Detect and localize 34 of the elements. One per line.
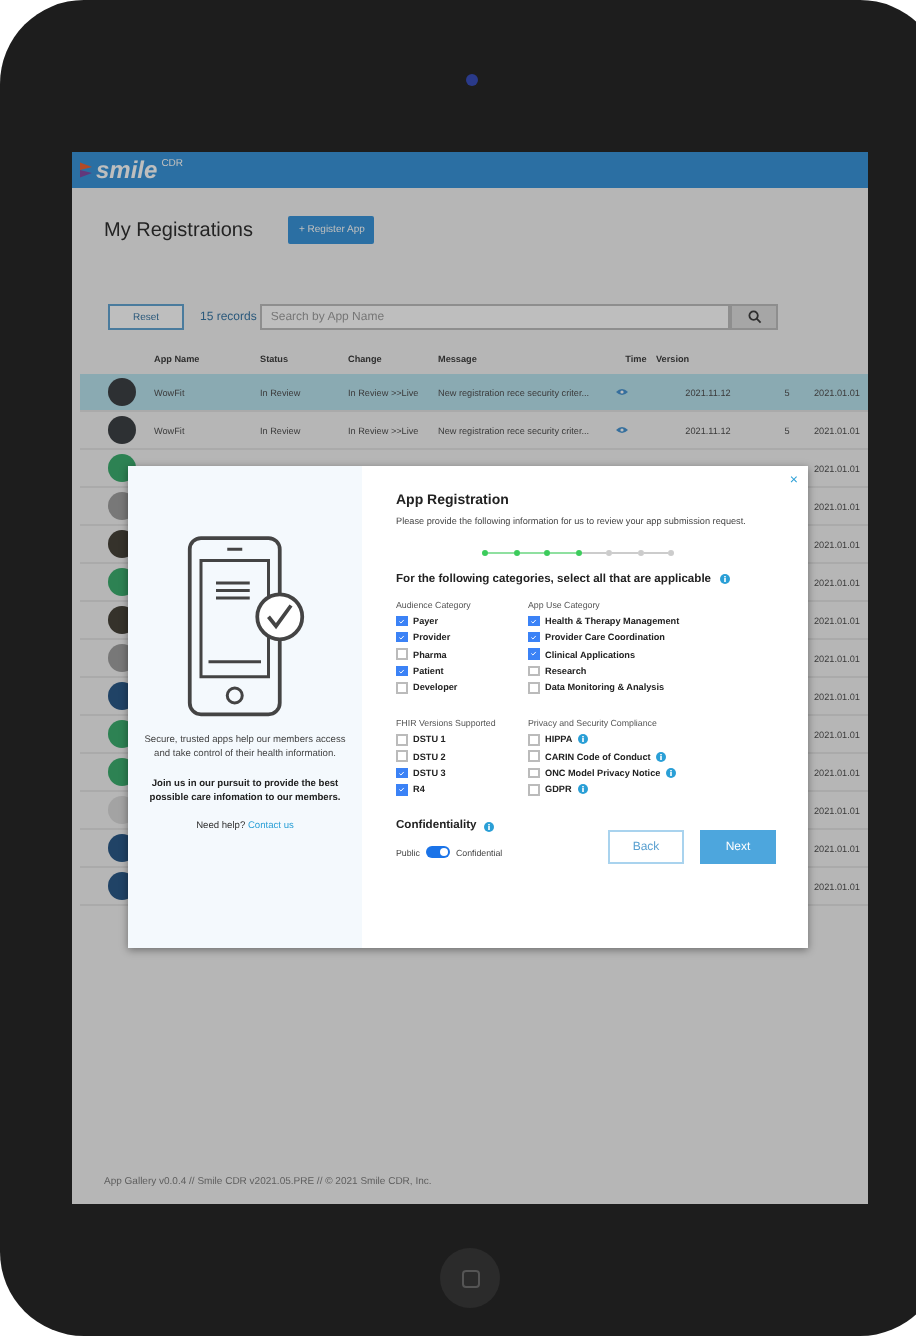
info-icon[interactable] (719, 574, 730, 585)
checkbox[interactable] (528, 665, 539, 677)
checkbox[interactable] (528, 784, 539, 796)
checkbox[interactable] (528, 648, 539, 660)
checkbox[interactable] (396, 665, 407, 677)
checkbox[interactable] (528, 682, 539, 694)
search-button[interactable] (730, 304, 779, 330)
checkbox[interactable] (528, 750, 539, 762)
logo-icon (80, 162, 92, 178)
info-icon[interactable] (484, 821, 495, 832)
page-title: My Registrations (104, 219, 253, 241)
checkbox[interactable] (528, 734, 539, 746)
checkbox[interactable] (396, 615, 407, 627)
info-icon[interactable] (656, 751, 667, 762)
info-icon[interactable] (577, 784, 588, 795)
checkbox[interactable] (528, 631, 539, 643)
home-button[interactable] (440, 1248, 500, 1308)
checkbox[interactable] (396, 631, 407, 643)
checkbox[interactable] (396, 648, 407, 660)
checkbox[interactable] (396, 750, 407, 762)
eye-icon[interactable] (616, 426, 628, 434)
eye-icon[interactable] (616, 388, 628, 396)
checkbox[interactable] (396, 682, 407, 694)
info-icon[interactable] (666, 768, 677, 779)
info-icon[interactable] (578, 734, 589, 745)
checkbox[interactable] (528, 615, 539, 627)
search-icon (747, 310, 762, 324)
logo-text: smile (96, 158, 158, 182)
checkbox[interactable] (396, 734, 407, 746)
checkbox[interactable] (396, 767, 407, 779)
checkbox[interactable] (396, 784, 407, 796)
checkbox[interactable] (528, 767, 539, 779)
toggle-switch[interactable] (425, 846, 450, 859)
camera-icon (466, 74, 478, 86)
